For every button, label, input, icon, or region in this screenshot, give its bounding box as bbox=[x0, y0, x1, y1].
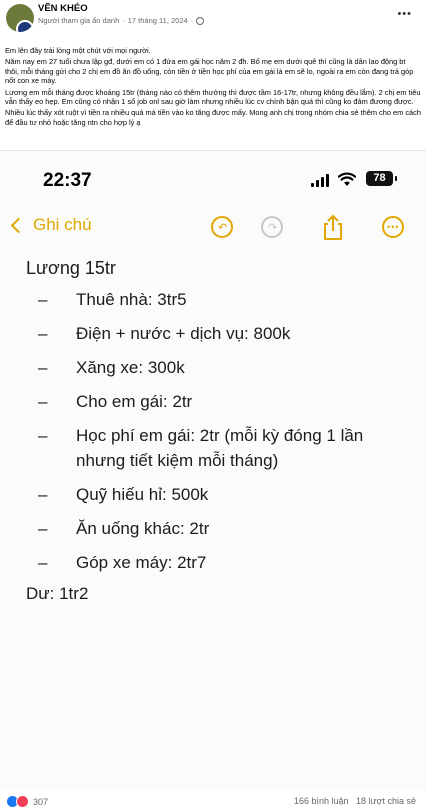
note-list-item: – Góp xe máy: 2tr7 bbox=[38, 553, 207, 572]
post-body: Em lên đây trải lòng một chút với mọi ng… bbox=[5, 46, 421, 129]
note-title: Lương 15tr bbox=[26, 258, 116, 278]
status-time: 22:37 bbox=[43, 170, 92, 191]
back-label: Ghi chú bbox=[33, 215, 92, 234]
post-footer: 307 166 bình luận 18 lượt chia sẻ bbox=[0, 792, 426, 808]
note-list-item: – Học phí em gái: 2tr (mỗi kỳ đóng 1 lần … bbox=[38, 426, 364, 470]
post-meta: Người tham gia ẩn danh · 17 tháng 11, 20… bbox=[38, 16, 205, 25]
note-content[interactable]: Lương 15tr – Thuê nhà: 3tr5 – Điện + nước … bbox=[26, 258, 416, 604]
more-icon[interactable]: ••• bbox=[382, 216, 404, 238]
cellular-signal-icon bbox=[311, 174, 329, 187]
group-name[interactable]: VẼN KHÉO bbox=[38, 3, 88, 14]
author-name: Người tham gia ẩn danh bbox=[38, 16, 120, 25]
back-button[interactable]: Ghi chú bbox=[9, 215, 92, 235]
note-list-item: – Quỹ hiếu hỉ: 500k bbox=[38, 485, 209, 504]
group-avatar[interactable] bbox=[6, 4, 34, 32]
note-list-item: – Ăn uống khác: 2tr bbox=[38, 519, 210, 538]
note-list-item: – Thuê nhà: 3tr5 bbox=[38, 290, 187, 309]
notes-screenshot[interactable]: 22:37 78 Ghi chú ↶ ↷ ••• Lương 15tr – Thu… bbox=[0, 150, 426, 790]
post-options-icon[interactable]: ••• bbox=[397, 8, 412, 20]
anonymous-badge-icon bbox=[16, 20, 34, 32]
heart-icon bbox=[16, 795, 29, 808]
undo-icon[interactable]: ↶ bbox=[211, 216, 233, 238]
reaction-count: 307 bbox=[33, 796, 49, 807]
note-list-item: – Xăng xe: 300k bbox=[38, 358, 185, 377]
chevron-left-icon bbox=[10, 217, 27, 233]
reactions[interactable]: 307 bbox=[6, 795, 48, 808]
meta-separator: · bbox=[122, 16, 125, 25]
battery-indicator: 78 bbox=[366, 171, 393, 186]
note-remainder: Dư: 1tr2 bbox=[26, 584, 89, 603]
redo-icon[interactable]: ↷ bbox=[261, 216, 283, 238]
note-list-item: – Điện + nước + dịch vụ: 800k bbox=[38, 324, 291, 343]
post-paragraph: Nhiều lúc thấy xót ruột vì tiền ra nhiều… bbox=[5, 108, 421, 127]
wifi-icon bbox=[338, 172, 356, 186]
post-paragraph: Năm nay em 27 tuổi chưa lập gđ, dưới em … bbox=[5, 57, 414, 86]
divider bbox=[0, 150, 426, 151]
share-icon[interactable] bbox=[321, 214, 345, 240]
post-paragraph: Lương em mỗi tháng được khoảng 15tr (thá… bbox=[5, 87, 421, 107]
post-paragraph: Em lên đây trải lòng một chút với mọi ng… bbox=[5, 46, 151, 55]
shares-link[interactable]: 18 lượt chia sẻ bbox=[356, 796, 416, 806]
globe-icon bbox=[196, 16, 205, 25]
note-list-item: – Cho em gái: 2tr bbox=[38, 392, 193, 411]
meta-separator: · bbox=[190, 16, 194, 25]
post-header: VẼN KHÉO Người tham gia ẩn danh · 17 thá… bbox=[0, 0, 426, 40]
comments-link[interactable]: 166 bình luận bbox=[294, 796, 349, 806]
post-date[interactable]: 17 tháng 11, 2024 bbox=[128, 16, 188, 25]
battery-tip bbox=[395, 176, 397, 181]
